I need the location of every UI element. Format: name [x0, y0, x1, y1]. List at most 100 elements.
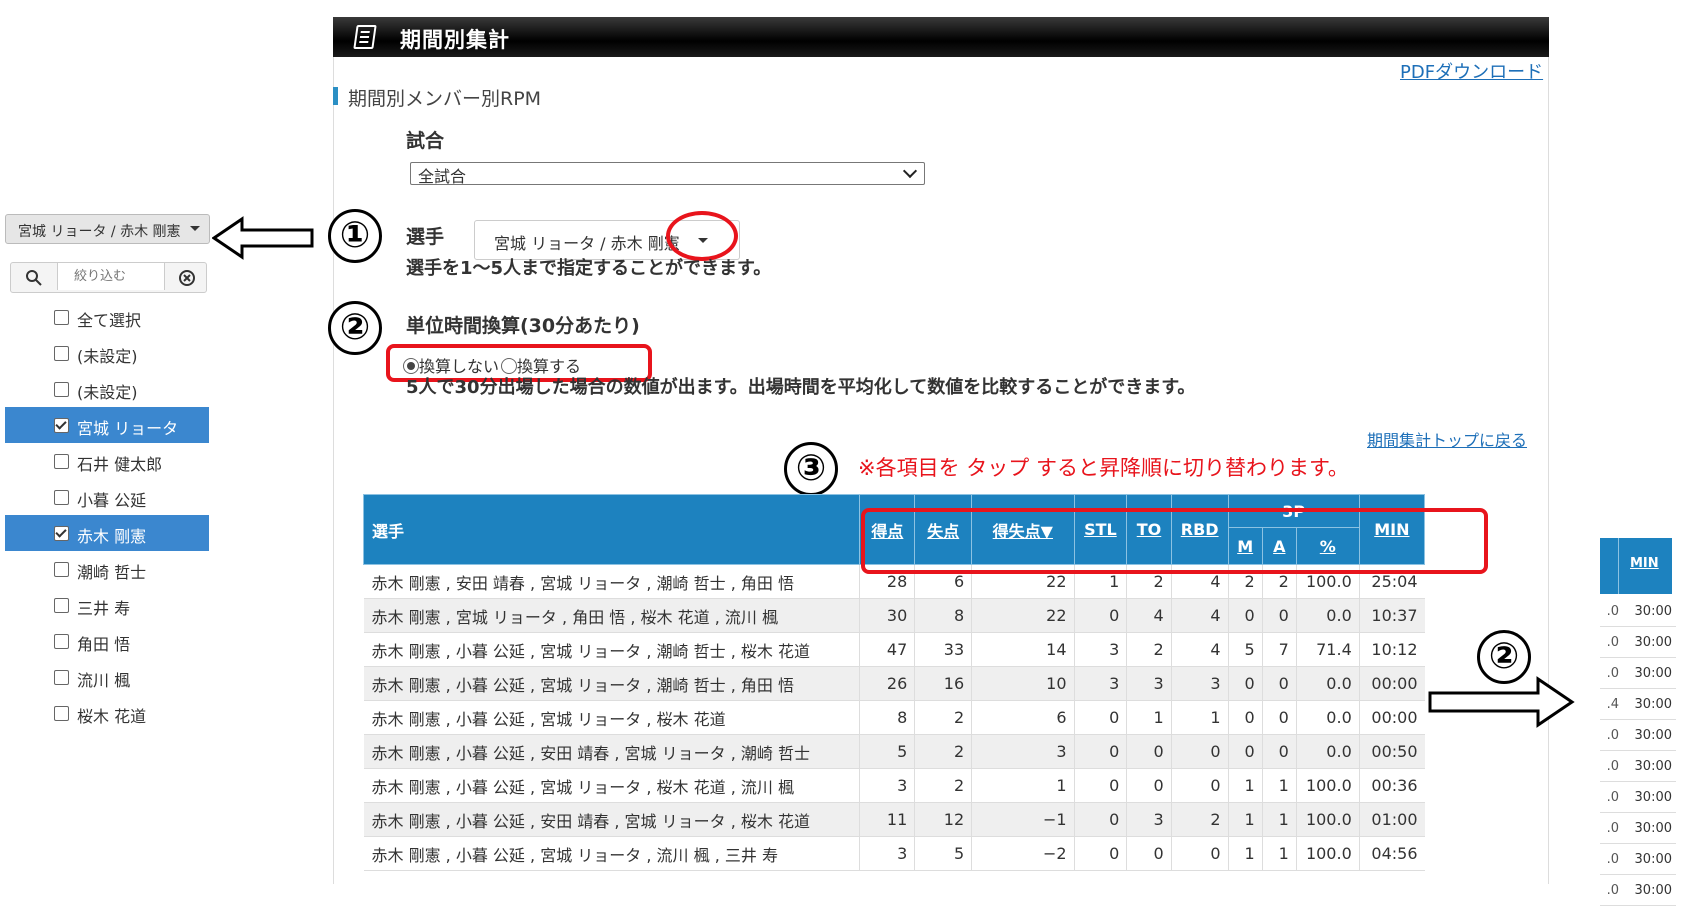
checklist-item[interactable]: 角田 悟	[5, 623, 209, 659]
table-row: 赤木 剛憲 , 小暮 公延 , 安田 靖春 , 宮城 リョータ , 潮崎 哲士 5…	[363, 734, 1425, 769]
cell-m: 5	[1227, 632, 1263, 667]
cell-players: 赤木 剛憲 , 小暮 公延 , 安田 靖春 , 宮城 リョータ , 潮崎 哲士	[363, 734, 860, 769]
pdf-download-link[interactable]: PDFダウンロード	[1400, 58, 1543, 84]
cell-rbd: 0	[1170, 768, 1229, 803]
back-to-top-link[interactable]: 期間集計トップに戻る	[1367, 427, 1527, 451]
cell-diff: 1	[971, 768, 1075, 803]
checklist-item[interactable]: 全て選択	[5, 299, 209, 335]
right-fragment-row: .0 30:00	[1600, 719, 1676, 751]
checkbox[interactable]	[54, 346, 69, 361]
clipped-text	[28, 244, 208, 252]
cell-pts: 3	[859, 768, 915, 803]
checklist-item[interactable]: 宮城 リョータ	[5, 407, 209, 443]
cell-min: 10:37	[1358, 598, 1425, 633]
cell-pct: 100.0	[1295, 836, 1360, 871]
chevron-down-icon	[902, 163, 918, 179]
checklist-item-label: 桜木 花道	[77, 707, 147, 726]
cell-players: 赤木 剛憲 , 安田 靖春 , 宮城 リョータ , 潮崎 哲士 , 角田 悟	[363, 564, 860, 599]
checklist-item[interactable]: (未設定)	[5, 371, 209, 407]
search-icon[interactable]	[26, 270, 42, 286]
right-fragment-min-cell: 30:00	[1621, 874, 1676, 906]
cell-stl: 3	[1073, 632, 1127, 667]
left-arrow-icon	[212, 216, 314, 260]
callout-1: ①	[328, 209, 382, 263]
cell-lost: 5	[914, 836, 972, 871]
right-fragment-cut-cell: .0	[1600, 626, 1621, 658]
right-fragment-min-cell: 30:00	[1621, 688, 1676, 720]
right-fragment-row: .4 30:00	[1600, 688, 1676, 720]
checklist-item-label: 小暮 公延	[77, 491, 147, 510]
unit-note: 5人で30分出場した場合の数値が出ます。出場時間を平均化して数値を比較することが…	[406, 377, 1196, 398]
cell-a: 0	[1261, 598, 1297, 633]
cell-a: 0	[1261, 734, 1297, 769]
checklist-item[interactable]: 流川 楓	[5, 659, 209, 695]
checkbox[interactable]	[54, 598, 69, 613]
section-marker	[333, 87, 338, 105]
right-fragment-row: .0 30:00	[1600, 626, 1676, 658]
checkbox[interactable]	[54, 310, 69, 325]
table-row: 赤木 剛憲 , 宮城 リョータ , 角田 悟 , 桜木 花道 , 流川 楓 30 8…	[363, 598, 1425, 633]
cell-diff: 6	[971, 700, 1075, 735]
game-select[interactable]: 全試合	[410, 162, 925, 186]
checklist-item-label: 宮城 リョータ	[77, 419, 179, 438]
checkbox[interactable]	[54, 706, 69, 721]
cell-pts: 5	[859, 734, 915, 769]
cell-players: 赤木 剛憲 , 小暮 公延 , 宮城 リョータ , 潮崎 哲士 , 桜木 花道	[363, 632, 860, 667]
checklist-item[interactable]: 三井 寿	[5, 587, 209, 623]
right-fragment-min-cell: 30:00	[1621, 596, 1676, 627]
cell-rbd: 2	[1170, 802, 1229, 837]
left-player-button[interactable]: 宮城 リョータ / 赤木 剛憲	[5, 214, 210, 244]
checkbox[interactable]	[54, 418, 69, 433]
checklist-item[interactable]: 赤木 剛憲	[5, 515, 209, 551]
player-note: 選手を1〜5人まで指定することができます。	[406, 258, 772, 279]
right-fragment-row: .0 30:00	[1600, 750, 1676, 782]
cell-m: 1	[1227, 802, 1263, 837]
cell-to: 0	[1126, 734, 1172, 769]
checklist-item[interactable]: 小暮 公延	[5, 479, 209, 515]
cell-to: 2	[1126, 632, 1172, 667]
checklist-item[interactable]: (未設定)	[5, 335, 209, 371]
checkbox[interactable]	[54, 490, 69, 505]
caret-down-icon	[190, 226, 200, 231]
checklist-item[interactable]: 石井 健太郎	[5, 443, 209, 479]
checkbox[interactable]	[54, 526, 69, 541]
cell-stl: 0	[1073, 734, 1127, 769]
cell-lost: 2	[914, 734, 972, 769]
table-row: 赤木 剛憲 , 小暮 公延 , 宮城 リョータ , 潮崎 哲士 , 桜木 花道 4…	[363, 632, 1425, 667]
cell-a: 0	[1261, 700, 1297, 735]
callout-3: ③	[784, 442, 838, 496]
game-select-value: 全試合	[418, 167, 467, 186]
right-fragment-row: .0 30:00	[1600, 843, 1676, 875]
cell-lost: 2	[914, 700, 972, 735]
cell-lost: 33	[914, 632, 972, 667]
right-fragment-cut-cell: .0	[1600, 657, 1621, 689]
clear-icon[interactable]	[179, 270, 195, 286]
filter-input[interactable]	[57, 263, 165, 290]
right-fragment-row: .0 30:00	[1600, 596, 1676, 627]
checkbox[interactable]	[54, 634, 69, 649]
checkbox[interactable]	[54, 382, 69, 397]
sort-note: ※各項目を タップ すると昇降順に切り替わります。	[858, 456, 1349, 480]
cell-m: 1	[1227, 836, 1263, 871]
cell-rbd: 4	[1170, 598, 1229, 633]
checklist-item-label: 潮崎 哲士	[77, 563, 147, 582]
right-fragment-min-header[interactable]: MIN	[1630, 556, 1659, 571]
cell-players: 赤木 剛憲 , 宮城 リョータ , 角田 悟 , 桜木 花道 , 流川 楓	[363, 598, 860, 633]
right-fragment-cut-cell: .0	[1600, 874, 1621, 906]
checkbox[interactable]	[54, 454, 69, 469]
cell-to: 3	[1126, 802, 1172, 837]
cell-lost: 8	[914, 598, 972, 633]
section-title: 期間別メンバー別RPM	[348, 88, 542, 110]
checklist-item[interactable]: 潮崎 哲士	[5, 551, 209, 587]
cell-m: 1	[1227, 768, 1263, 803]
page-header: 期間別集計	[333, 17, 1549, 57]
checkbox[interactable]	[54, 670, 69, 685]
right-fragment-header: MIN	[1600, 538, 1672, 594]
cell-stl: 0	[1073, 700, 1127, 735]
checklist-item[interactable]: 桜木 花道	[5, 695, 209, 731]
cell-stl: 3	[1073, 666, 1127, 701]
cell-a: 0	[1261, 666, 1297, 701]
checkbox[interactable]	[54, 562, 69, 577]
cell-pts: 11	[859, 802, 915, 837]
checklist-item-label: 三井 寿	[77, 599, 131, 618]
